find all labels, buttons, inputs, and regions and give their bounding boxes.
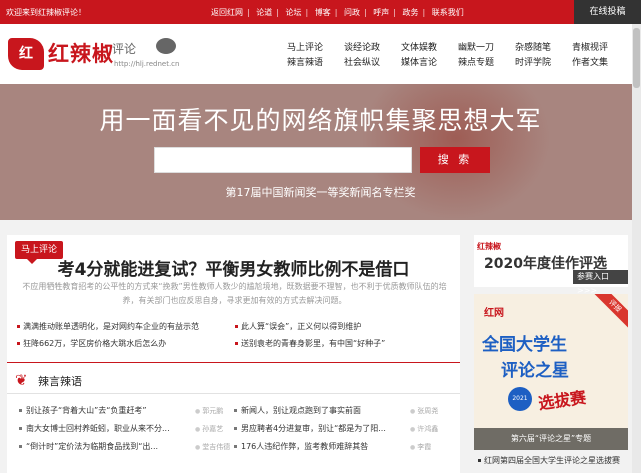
- bullet-icon: [235, 342, 238, 345]
- chili-icon: ❦: [15, 371, 28, 389]
- speech-bubble-icon: [156, 38, 176, 54]
- top-link-rednet[interactable]: 返回红网: [211, 8, 243, 17]
- ad-badge: 2021: [508, 387, 532, 411]
- item-author: 孙嘉艺: [195, 424, 223, 434]
- bullet-icon: [17, 342, 20, 345]
- top-link-husheng[interactable]: 呼声: [373, 8, 389, 17]
- bullet-icon: [19, 445, 22, 448]
- nav-item-youmo[interactable]: 幽默一刀: [458, 43, 494, 53]
- nav-item-meiti[interactable]: 媒体言论: [401, 58, 437, 68]
- search-button[interactable]: 搜 索: [420, 147, 490, 173]
- logo-title: 红辣椒: [48, 42, 114, 66]
- logo-mark: 红: [8, 38, 44, 70]
- ad-line1: 全国大学生: [482, 335, 567, 355]
- ad-logo: 红网: [484, 308, 504, 319]
- banner-headline: 用一面看不见的网络旗帜集聚思想大军: [99, 106, 542, 135]
- related-link[interactable]: 满满推动账单透明化，是对网约车企业的有益示范: [17, 321, 199, 332]
- top-bar: 欢迎来到红辣椒评论！ 返回红网 | 论道 | 论坛 | 博客 | 问政 | 呼声 | 政务 |…: [0, 0, 641, 24]
- site-logo[interactable]: 红 红辣椒 评论 http://hlj.rednet.cn: [8, 36, 208, 76]
- sidebar-link[interactable]: 红网第四届全国大学生评论之星选拔赛: [478, 455, 620, 466]
- nav-column: 杂感随笔 时评学院: [508, 41, 558, 71]
- nav-column: 马上评论 辣言辣语: [280, 41, 330, 71]
- search-input[interactable]: [154, 147, 412, 173]
- item-author: 堂吉伟德: [195, 442, 230, 452]
- nav-item-mashang[interactable]: 马上评论: [287, 43, 323, 53]
- nav-column: 青椒视评 作者文集: [565, 41, 615, 71]
- bullet-icon: [234, 427, 237, 430]
- logo-url: http://hlj.rednet.cn: [114, 60, 180, 68]
- top-links: 返回红网 | 论道 | 论坛 | 博客 | 问政 | 呼声 | 政务 | 联系我们: [211, 8, 464, 17]
- scrollbar-thumb[interactable]: [633, 28, 640, 88]
- item-author: 许鸿鑫: [410, 424, 438, 434]
- section-title: 辣言辣语: [38, 375, 82, 388]
- nav-item-ladian[interactable]: 辣点专题: [458, 58, 494, 68]
- ad-caption: 第六届“评论之星”专题: [474, 428, 628, 450]
- item-author: 郭元鹏: [195, 406, 223, 416]
- top-link-contact[interactable]: 联系我们: [432, 8, 464, 17]
- nav-item-qingjiao[interactable]: 青椒视评: [572, 43, 608, 53]
- ad-line2: 评论之星: [501, 361, 569, 381]
- list-item[interactable]: 新闻人，别让观点跑到了事实前面: [234, 405, 361, 416]
- top-link-lundao[interactable]: 论道: [256, 8, 272, 17]
- award-text: 第17届中国新闻奖一等奖新闻名专栏奖: [225, 186, 416, 199]
- nav-item-wenti[interactable]: 文体娱教: [401, 43, 437, 53]
- nav-item-zagan[interactable]: 杂感随笔: [515, 43, 551, 53]
- bullet-icon: [17, 325, 20, 328]
- main-content: 马上评论 考4分就能进复试？平衡男女教师比例不是借口 不应用牺牲教育招考的公平性…: [7, 235, 460, 473]
- related-link[interactable]: 狂降662万，学区房价格大跳水后怎么办: [17, 338, 166, 349]
- top-link-forum[interactable]: 论坛: [286, 8, 302, 17]
- nav-item-layan[interactable]: 辣言辣语: [287, 58, 323, 68]
- item-author: 李霞: [410, 442, 431, 452]
- site-header: 红 红辣椒 评论 http://hlj.rednet.cn 马上评论 辣言辣语 …: [0, 24, 641, 84]
- welcome-text: 欢迎来到红辣椒评论！: [6, 8, 86, 17]
- online-submit-button[interactable]: 在线投稿: [574, 0, 641, 24]
- vote-entry-button[interactable]: 参赛入口>>>: [573, 270, 628, 295]
- nav-column: 幽默一刀 辣点专题: [451, 41, 501, 71]
- nav-item-shehui[interactable]: 社会纵议: [344, 58, 380, 68]
- ad-line3: 选拔赛: [537, 387, 588, 414]
- nav-column: 文体娱教 媒体言论: [394, 41, 444, 71]
- scrollbar[interactable]: [632, 24, 641, 473]
- nav-item-zuozhe[interactable]: 作者文集: [572, 58, 608, 68]
- hero-banner: 用一面看不见的网络旗帜集聚思想大军 搜 索 第17届中国新闻奖一等奖新闻名专栏奖: [0, 84, 641, 220]
- top-link-wenzheng[interactable]: 问政: [344, 8, 360, 17]
- bullet-icon: [19, 409, 22, 412]
- top-link-zhengwu[interactable]: 政务: [403, 8, 419, 17]
- list-item[interactable]: 别让孩子“背着大山”去“负重赶考”: [19, 405, 147, 416]
- related-link[interactable]: 此人算“误会”，正义何以得到维护: [235, 321, 361, 332]
- award-selection-banner[interactable]: 红辣椒 2020年度佳作评选 参赛入口>>>: [474, 235, 628, 295]
- sidebar-logo: 红辣椒: [477, 242, 501, 251]
- list-item[interactable]: 176人违纪作弊，监考教师难辞其咎: [234, 441, 368, 452]
- nav-item-shiping[interactable]: 时评学院: [515, 58, 551, 68]
- logo-subtitle: 评论: [112, 42, 137, 56]
- ad-ribbon: 评报: [593, 294, 628, 328]
- bullet-icon: [19, 427, 22, 430]
- comment-star-ad[interactable]: 红网 全国大学生 评论之星 2021 选拔赛 评报 第六届“评论之星”专题: [474, 294, 628, 450]
- main-headline[interactable]: 考4分就能进复试？平衡男女教师比例不是借口: [7, 255, 460, 280]
- bullet-icon: [234, 445, 237, 448]
- related-link[interactable]: 送别袁老的青春身影里，有中国“好种子”: [235, 338, 385, 349]
- divider: [7, 393, 460, 394]
- bullet-icon: [234, 409, 237, 412]
- main-summary: 不应用牺牲教育招考的公平性的方式来“挽救”男性教师人数少的尴尬境地，既数据要不理…: [22, 282, 447, 305]
- nav-column: 谈经论政 社会纵议: [337, 41, 387, 71]
- top-link-blog[interactable]: 博客: [315, 8, 331, 17]
- bullet-icon: [478, 459, 481, 462]
- list-item[interactable]: 南大女博士回村养蚯蚓，职业从来不分...: [19, 423, 170, 434]
- list-item[interactable]: 男应聘者4分进复审，别让“都是为了阳...: [234, 423, 386, 434]
- nav-item-tanjing[interactable]: 谈经论政: [344, 43, 380, 53]
- item-author: 张周尧: [410, 406, 438, 416]
- bullet-icon: [235, 325, 238, 328]
- divider: [7, 362, 460, 363]
- list-item[interactable]: “倒计时”定价法为临期食品找到“出...: [19, 441, 158, 452]
